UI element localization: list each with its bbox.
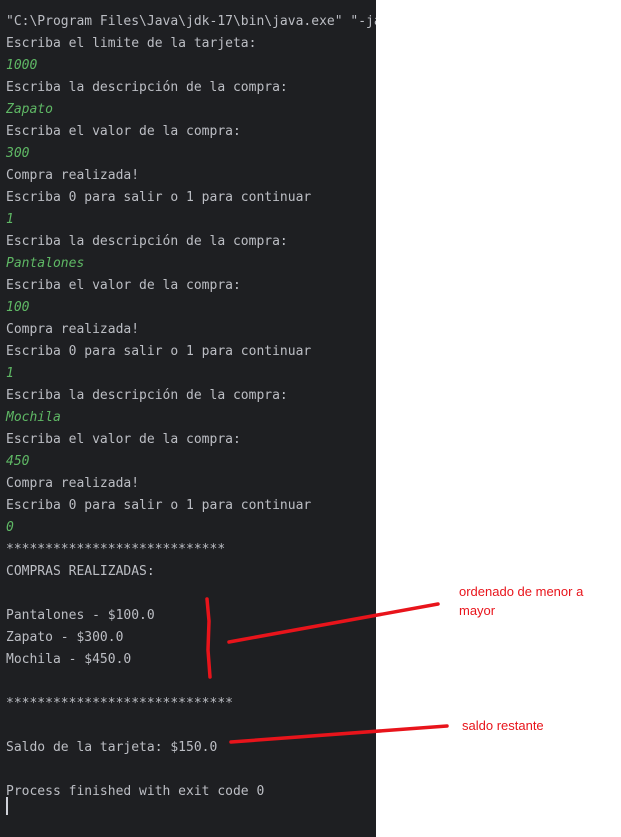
- console-output-line: Escriba la descripción de la compra:: [6, 234, 288, 249]
- balance-annotation: saldo restante: [462, 718, 544, 733]
- screenshot: "C:\Program Files\Java\jdk-17\bin\java.e…: [0, 0, 621, 837]
- console-output-line: Escriba la descripción de la compra:: [6, 388, 288, 403]
- console-output-line: Escriba la descripción de la compra:: [6, 80, 288, 95]
- console-input-line: Mochila: [6, 410, 61, 425]
- console-input-line: Pantalones: [6, 256, 85, 271]
- console-output-line: Zapato - $300.0: [6, 630, 124, 645]
- console-output-line: Saldo de la tarjeta: $150.0: [6, 740, 218, 755]
- console-output-line: Compra realizada!: [6, 476, 140, 491]
- console-input-line: 300: [6, 146, 30, 161]
- text-cursor: [6, 797, 8, 815]
- console-input-line: 450: [6, 454, 30, 469]
- console-input-line: 0: [6, 520, 14, 535]
- console-output-line: ****************************: [6, 542, 226, 557]
- run-console[interactable]: "C:\Program Files\Java\jdk-17\bin\java.e…: [0, 0, 376, 837]
- console-output-line: Compra realizada!: [6, 168, 140, 183]
- console-output-line: Escriba 0 para salir o 1 para continuar: [6, 498, 312, 513]
- console-output-line: Compra realizada!: [6, 322, 140, 337]
- console-output-line: Escriba el valor de la compra:: [6, 278, 241, 293]
- console-output-line: "C:\Program Files\Java\jdk-17\bin\java.e…: [6, 14, 376, 29]
- console-output-line: Escriba el valor de la compra:: [6, 432, 241, 447]
- console-output-line: Escriba 0 para salir o 1 para continuar: [6, 344, 312, 359]
- console-output-line: Mochila - $450.0: [6, 652, 132, 667]
- console-output-line: Escriba 0 para salir o 1 para continuar: [6, 190, 312, 205]
- console-input-line: 1: [6, 366, 14, 381]
- console-output-line: Process finished with exit code 0: [6, 784, 265, 799]
- console-output-line: Escriba el limite de la tarjeta:: [6, 36, 257, 51]
- console-output-line: Pantalones - $100.0: [6, 608, 155, 623]
- console-input-line: Zapato: [6, 102, 53, 117]
- console-input-line: 1000: [6, 58, 38, 73]
- console-input-line: 1: [6, 212, 14, 227]
- console-output-line: *****************************: [6, 696, 233, 711]
- console-output-line: Escriba el valor de la compra:: [6, 124, 241, 139]
- console-output-line: COMPRAS REALIZADAS:: [6, 564, 155, 579]
- order-annotation: ordenado de menor a mayor: [459, 584, 584, 618]
- console-input-line: 100: [6, 300, 30, 315]
